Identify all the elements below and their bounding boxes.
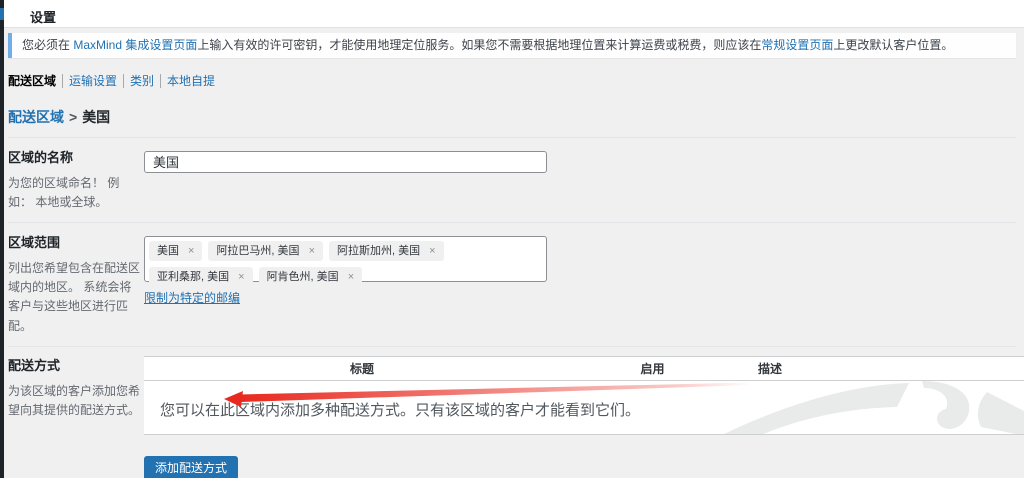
shipping-methods-section: 配送方式 为该区域的客户添加您希望向其提供的配送方式。 标题 启用 描述 您可以…	[8, 345, 1024, 478]
add-shipping-method-button[interactable]: 添加配送方式	[144, 455, 239, 478]
region-tag-label: 美国	[157, 244, 179, 257]
region-tag: 阿肯色州, 美国 ×	[258, 267, 363, 288]
page-title: 设置	[30, 10, 57, 25]
region-tag-label: 阿拉斯加州, 美国	[337, 244, 421, 257]
column-header-enabled: 启用	[640, 361, 665, 376]
settings-page: 设置 您必须在 MaxMind 集成设置页面上输入有效的许可密钥，才能使用地理定…	[0, 0, 1024, 478]
breadcrumb: 配送区域 > 美国	[8, 107, 1016, 127]
maxmind-notice: 您必须在 MaxMind 集成设置页面上输入有效的许可密钥，才能使用地理定位服务…	[8, 33, 1016, 58]
zone-name-field-col	[144, 147, 1016, 212]
maxmind-settings-link[interactable]: MaxMind 集成设置页面	[73, 38, 197, 52]
methods-table-header: 标题 启用 描述	[144, 355, 1024, 381]
zone-name-description: 为您的区域命名！ 例如： 本地或全球。	[8, 175, 120, 209]
breadcrumb-current-zone: 美国	[82, 108, 111, 125]
methods-empty-text: 您可以在此区域内添加多种配送方式。只有该区域的客户才能看到它们。	[160, 401, 641, 419]
region-tag: 阿拉斯加州, 美国 ×	[329, 240, 444, 262]
region-tag: 美国 ×	[149, 240, 203, 262]
shipping-methods-label-col: 配送方式 为该区域的客户添加您希望向其提供的配送方式。	[8, 352, 144, 478]
active-menu-indicator	[0, 8, 4, 20]
column-header-title: 标题	[349, 361, 374, 376]
region-tag-label: 阿拉巴马州, 美国	[216, 244, 300, 257]
remove-tag-icon[interactable]: ×	[238, 271, 244, 283]
zone-name-input[interactable]	[144, 150, 547, 173]
methods-empty-row: 您可以在此区域内添加多种配送方式。只有该区域的客户才能看到它们。	[144, 380, 1024, 435]
admin-sidebar-strip[interactable]	[0, 0, 4, 478]
zone-name-section: 区域的名称 为您的区域命名！ 例如： 本地或全球。	[8, 136, 1016, 212]
tab-local-pickup[interactable]: 本地自提	[160, 73, 216, 88]
notice-text-mid: 上输入有效的许可密钥，才能使用地理定位服务。如果您不需要根据地理位置来计算运费或…	[197, 38, 762, 52]
notice-text-before: 您必须在	[22, 38, 74, 52]
column-header-description: 描述	[758, 361, 783, 376]
tab-shipping-classes[interactable]: 类别	[123, 73, 155, 88]
zone-regions-label-col: 区域范围 列出您希望包含在配送区域内的地区。 系统会将客户与这些地区进行匹配。	[8, 232, 144, 336]
tab-shipping-options[interactable]: 运输设置	[62, 73, 118, 88]
zone-regions-description: 列出您希望包含在配送区域内的地区。 系统会将客户与这些地区进行匹配。	[8, 260, 141, 333]
breadcrumb-zones-link[interactable]: 配送区域	[8, 109, 64, 125]
region-tag-label: 亚利桑那, 美国	[157, 271, 230, 284]
zone-regions-section: 区域范围 列出您希望包含在配送区域内的地区。 系统会将客户与这些地区进行匹配。 …	[8, 221, 1016, 336]
notice-text-after: 上更改默认客户位置。	[833, 38, 954, 52]
shipping-methods-table: 标题 启用 描述 您可以在此区域内添加多种配送方式。只有该区域的客户才能看到它们…	[144, 355, 1024, 435]
remove-tag-icon[interactable]: ×	[348, 271, 354, 283]
zone-regions-multiselect[interactable]: 美国 × 阿拉巴马州, 美国 × 阿拉斯加州, 美国 × 亚利桑那, 美国 × 阿肯色州…	[144, 235, 547, 288]
remove-tag-icon[interactable]: ×	[309, 245, 315, 257]
region-tag: 亚利桑那, 美国 ×	[149, 267, 253, 288]
shipping-methods-label: 配送方式	[8, 357, 61, 373]
settings-content: 您必须在 MaxMind 集成设置页面上输入有效的许可密钥，才能使用地理定位服务…	[8, 33, 1024, 478]
tab-shipping-zones[interactable]: 配送区域	[8, 74, 56, 88]
shipping-methods-description: 为该区域的客户添加您希望向其提供的配送方式。	[8, 383, 141, 417]
top-bar: 设置	[0, 0, 1024, 28]
region-tag: 阿拉巴马州, 美国 ×	[208, 240, 323, 262]
remove-tag-icon[interactable]: ×	[429, 245, 435, 257]
shipping-subtabs: 配送区域 运输设置 类别 本地自提	[8, 73, 1016, 90]
zone-regions-label: 区域范围	[8, 234, 61, 250]
general-settings-link[interactable]: 常规设置页面	[761, 38, 833, 52]
zone-name-label-col: 区域的名称 为您的区域命名！ 例如： 本地或全球。	[8, 147, 144, 212]
zone-name-label: 区域的名称	[8, 149, 74, 165]
region-tag-label: 阿肯色州, 美国	[266, 271, 339, 284]
zone-regions-field-col: 美国 × 阿拉巴马州, 美国 × 阿拉斯加州, 美国 × 亚利桑那, 美国 × 阿肯色州…	[144, 232, 1016, 336]
remove-tag-icon[interactable]: ×	[188, 245, 194, 257]
shipping-methods-field-col: 标题 启用 描述 您可以在此区域内添加多种配送方式。只有该区域的客户才能看到它们…	[144, 352, 1024, 478]
limit-postcodes-link[interactable]: 限制为特定的邮编	[144, 289, 240, 306]
add-method-row: 添加配送方式	[144, 455, 1024, 478]
breadcrumb-separator: >	[69, 108, 78, 125]
